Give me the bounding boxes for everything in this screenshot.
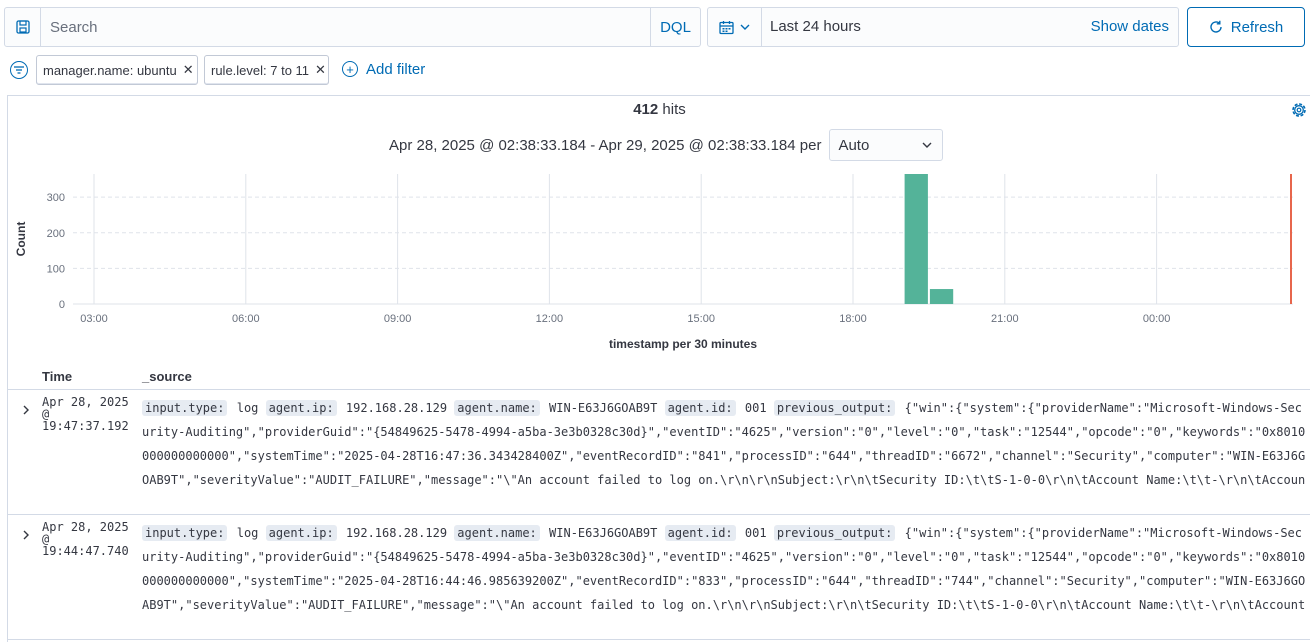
query-language-button[interactable]: DQL xyxy=(650,8,700,46)
column-header-source[interactable]: _source xyxy=(142,369,192,384)
search-input[interactable] xyxy=(42,8,654,46)
x-tick-label: 00:00 xyxy=(1143,313,1171,325)
field-name: agent.id: xyxy=(664,400,736,416)
quick-menu-button[interactable] xyxy=(708,8,762,46)
refresh-icon xyxy=(1210,20,1222,33)
field-name: agent.id: xyxy=(664,525,736,541)
x-tick-label: 18:00 xyxy=(839,313,867,325)
field-value: 001 xyxy=(744,401,767,415)
calendar-icon xyxy=(719,20,734,34)
y-tick-label: 0 xyxy=(59,299,65,311)
show-dates-link[interactable]: Show dates xyxy=(1091,8,1169,46)
filter-pill-label: manager.name: ubuntu xyxy=(43,62,177,78)
histogram-chart[interactable]: 0 100 200 300 03:00 06:00 09:00 12:00 15:00 18:00… xyxy=(8,166,1310,356)
save-icon xyxy=(15,20,30,34)
x-tick-label: 06:00 xyxy=(232,313,260,325)
filter-bar: manager.name: ubuntu ✕ rule.level: 7 to … xyxy=(0,53,1310,85)
row-source: input.type: log agent.ip: 192.168.28.129… xyxy=(142,521,1307,617)
gear-icon[interactable] xyxy=(1290,101,1308,119)
chevron-right-icon[interactable] xyxy=(20,529,32,541)
x-tick-label: 03:00 xyxy=(80,313,108,325)
plus-icon: + xyxy=(342,61,358,77)
column-header-time[interactable]: Time xyxy=(42,369,72,384)
y-tick-label: 200 xyxy=(47,228,65,240)
field-value: 192.168.28.129 xyxy=(345,526,448,540)
field-value: log xyxy=(236,526,259,540)
interval-row: Apr 28, 2025 @ 02:38:33.184 - Apr 29, 20… xyxy=(389,129,944,161)
remove-filter-icon[interactable]: ✕ xyxy=(183,62,194,78)
hits-count: 412 hits xyxy=(8,101,1310,118)
x-tick-label: 09:00 xyxy=(384,313,412,325)
field-value: WIN-E63J6GOAB9T xyxy=(549,401,658,415)
interval-value: Auto xyxy=(838,136,870,154)
filter-pill[interactable]: manager.name: ubuntu ✕ xyxy=(36,55,198,85)
filter-menu-button[interactable] xyxy=(10,61,28,79)
filter-pill[interactable]: rule.level: 7 to 11 ✕ xyxy=(204,55,329,85)
y-tick-label: 300 xyxy=(47,192,65,204)
table-row: Apr 28, 2025 @ 19:44:47.740 input.type: … xyxy=(8,515,1310,640)
chevron-right-icon[interactable] xyxy=(20,404,32,416)
query-bar: DQL Last 24 hours Show dates Refresh xyxy=(0,0,1310,56)
x-tick-label: 15:00 xyxy=(687,313,715,325)
filter-pill-label: rule.level: 7 to 11 xyxy=(211,62,310,78)
time-range-text: Apr 28, 2025 @ 02:38:33.184 - Apr 29, 20… xyxy=(389,136,822,154)
y-tick-label: 100 xyxy=(47,263,65,275)
field-name: agent.name: xyxy=(454,400,540,416)
field-name: agent.ip: xyxy=(265,400,337,416)
x-tick-label: 21:00 xyxy=(991,313,1019,325)
add-filter-button[interactable]: + Add filter xyxy=(342,58,425,80)
hits-number: 412 xyxy=(633,101,659,118)
table-row: Apr 28, 2025 @ 19:47:37.192 input.type: … xyxy=(8,390,1310,515)
refresh-button[interactable]: Refresh xyxy=(1187,7,1305,47)
hits-label: hits xyxy=(662,101,686,118)
x-axis-title: timestamp per 30 minutes xyxy=(609,337,757,351)
row-time: Apr 28, 2025 @ 19:44:47.740 xyxy=(42,520,129,558)
refresh-label: Refresh xyxy=(1230,18,1284,36)
chevron-down-icon xyxy=(740,24,750,30)
field-value: 001 xyxy=(744,526,767,540)
saved-queries-button[interactable] xyxy=(5,8,41,46)
histogram-bar xyxy=(904,174,928,304)
field-name: previous_output: xyxy=(773,400,896,416)
row-time: Apr 28, 2025 @ 19:47:37.192 xyxy=(42,395,129,433)
field-value: 192.168.28.129 xyxy=(345,401,448,415)
field-name: agent.name: xyxy=(454,525,540,541)
x-tick-label: 12:00 xyxy=(536,313,564,325)
y-axis-title: Count xyxy=(14,222,28,257)
add-filter-label: Add filter xyxy=(366,60,426,78)
search-bar: DQL xyxy=(4,7,701,47)
date-picker: Last 24 hours Show dates xyxy=(707,7,1179,47)
field-name: input.type: xyxy=(142,525,228,541)
histogram-bar xyxy=(929,289,954,304)
field-name: input.type: xyxy=(142,400,228,416)
field-value: WIN-E63J6GOAB9T xyxy=(549,526,658,540)
chevron-down-icon xyxy=(922,142,932,148)
discover-panel: 412 hits Apr 28, 2025 @ 02:38:33.184 - A… xyxy=(7,95,1310,642)
field-name: agent.ip: xyxy=(265,525,337,541)
remove-filter-icon[interactable]: ✕ xyxy=(315,62,326,78)
field-name: previous_output: xyxy=(773,525,896,541)
interval-select[interactable]: Auto xyxy=(829,129,944,161)
row-source: input.type: log agent.ip: 192.168.28.129… xyxy=(142,396,1307,492)
filter-icon xyxy=(14,66,24,74)
divider xyxy=(8,639,1310,640)
field-value: log xyxy=(236,401,259,415)
date-range-label[interactable]: Last 24 hours xyxy=(770,8,861,46)
